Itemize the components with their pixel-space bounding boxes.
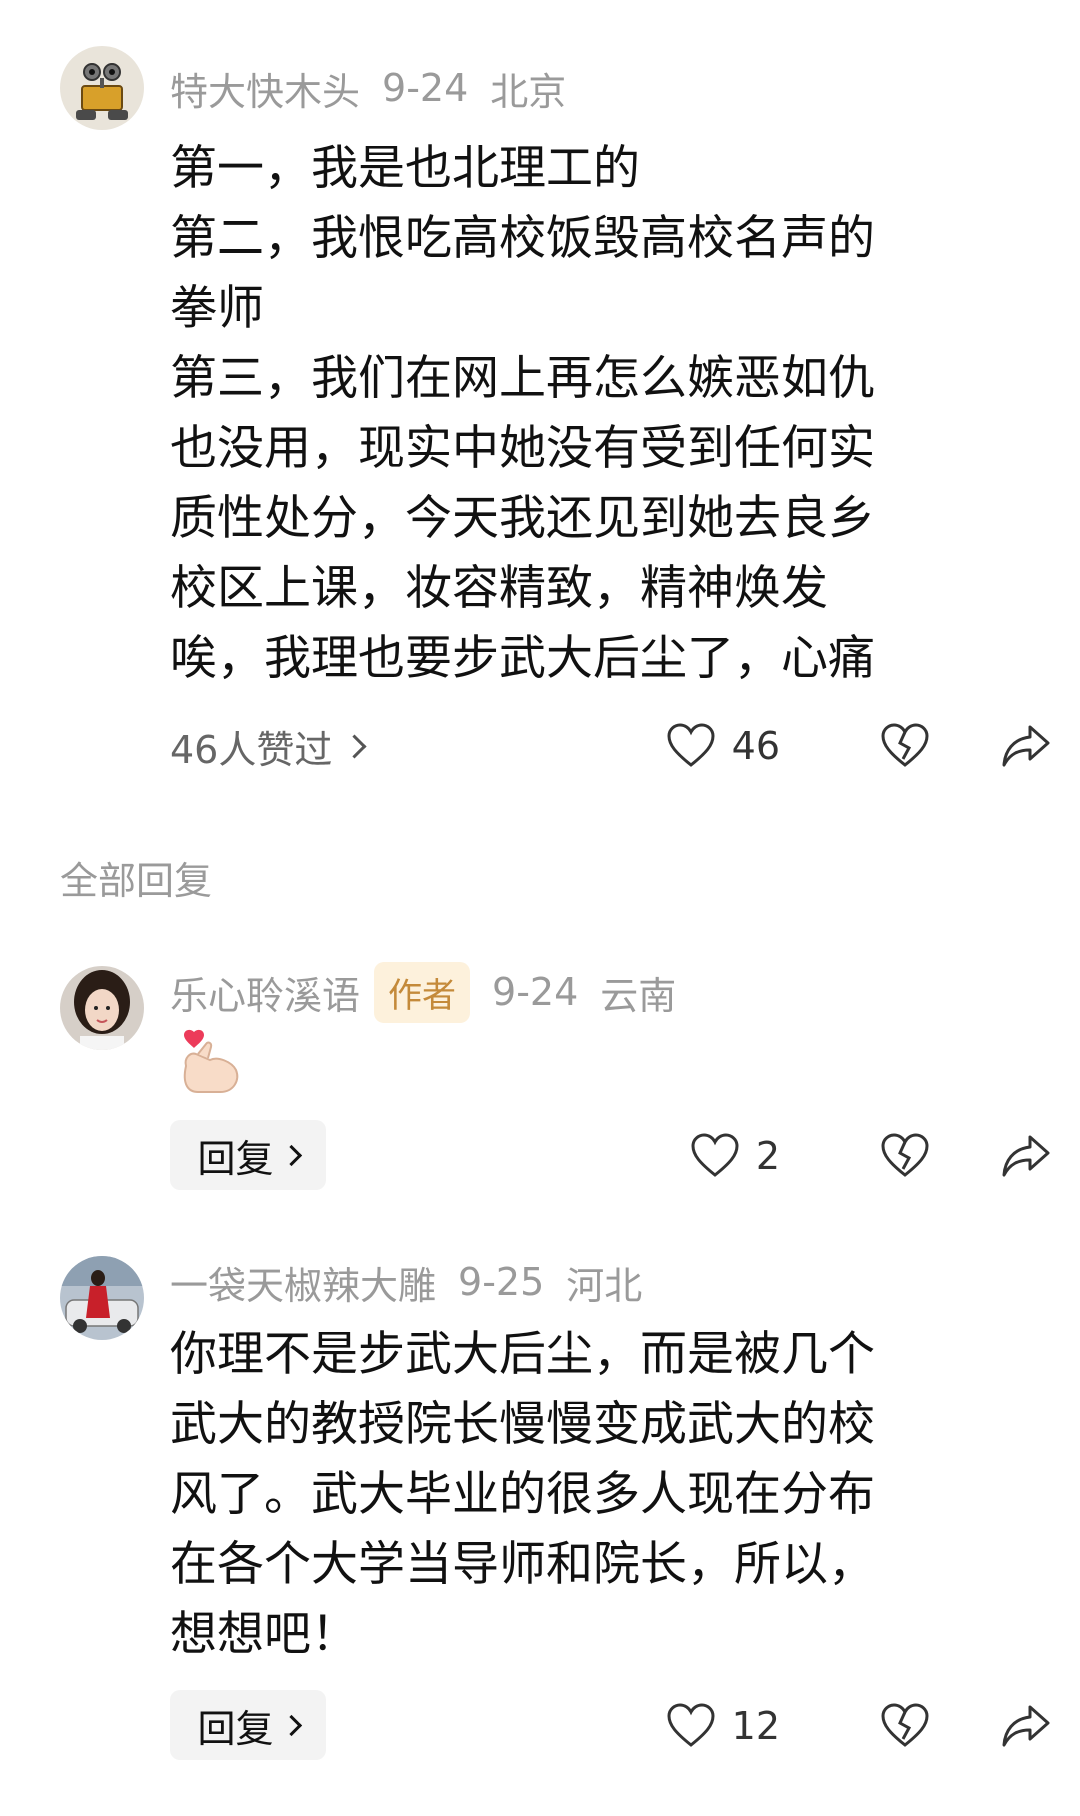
like-button[interactable]: 2: [690, 1126, 780, 1186]
dislike-button[interactable]: [880, 1696, 930, 1756]
reply-button[interactable]: 回复: [170, 1120, 326, 1190]
heart-icon: [691, 1133, 739, 1177]
comment-meta: 特大快木头 9-24 北京: [170, 58, 566, 118]
reply-date: 9-24: [492, 970, 579, 1014]
like-count: 2: [755, 1134, 780, 1178]
share-button[interactable]: [1000, 1126, 1052, 1186]
share-arrow-icon: [1002, 725, 1050, 767]
comment-location: 北京: [490, 69, 567, 114]
reply-meta: 乐心聆溪语 作者 9-24 云南: [170, 961, 677, 1023]
author-badge: 作者: [374, 961, 471, 1023]
username[interactable]: 乐心聆溪语: [170, 965, 360, 1020]
robot-avatar-icon: [60, 46, 144, 130]
username[interactable]: 一袋天椒辣大雕: [170, 1255, 436, 1310]
heart-icon: [667, 1703, 715, 1747]
avatar-car[interactable]: [60, 1256, 144, 1340]
chevron-right-icon: [342, 733, 367, 759]
comment-body: 第一，我是也北理工的 第二，我恨吃高校饭毁高校名声的 拳师 第三，我们在网上再怎…: [170, 134, 1000, 694]
reply-location: 云南: [600, 973, 677, 1018]
broken-heart-icon: [881, 1703, 929, 1747]
like-count: 46: [731, 724, 780, 768]
reply-button-label: 回复: [197, 1136, 274, 1181]
reply-line: 武大的教授院长慢慢变成武大的校: [170, 1397, 875, 1452]
share-arrow-icon: [1002, 1705, 1050, 1747]
like-count: 12: [731, 1704, 780, 1748]
reply-button[interactable]: 回复: [170, 1690, 326, 1760]
reply-line: 风了。武大毕业的很多人现在分布: [170, 1467, 875, 1522]
finger-heart-icon: [183, 1029, 239, 1093]
comment-line: 第一，我是也北理工的: [170, 141, 640, 196]
reply-line: 你理不是步武大后尘，而是被几个: [170, 1327, 875, 1382]
comment-line: 拳师: [170, 281, 264, 336]
likes-link[interactable]: 46人赞过: [170, 716, 367, 776]
share-button[interactable]: [1000, 716, 1052, 776]
dislike-button[interactable]: [880, 1126, 930, 1186]
avatar-woman[interactable]: [60, 966, 144, 1050]
reply-location: 河北: [566, 1263, 643, 1308]
reply-line: 想想吧！: [170, 1607, 358, 1662]
dislike-button[interactable]: [880, 716, 930, 776]
like-button[interactable]: 46: [666, 716, 780, 776]
car-photo-avatar-icon: [60, 1256, 144, 1340]
heart-icon: [667, 723, 715, 767]
chevron-right-icon: [280, 1714, 302, 1736]
reply-line: 在各个大学当导师和院长，所以，: [170, 1537, 875, 1592]
comment-line: 第三，我们在网上再怎么嫉恶如仇: [170, 351, 875, 406]
like-button[interactable]: 12: [666, 1696, 780, 1756]
reply-body: 你理不是步武大后尘，而是被几个 武大的教授院长慢慢变成武大的校 风了。武大毕业的…: [170, 1320, 1000, 1670]
broken-heart-icon: [881, 723, 929, 767]
chevron-right-icon: [280, 1144, 302, 1166]
finger-heart-emoji: [176, 1026, 246, 1096]
section-title: 全部回复: [60, 859, 213, 903]
comment-line: 也没用，现实中她没有受到任何实: [170, 421, 875, 476]
comment-date: 9-24: [382, 66, 469, 110]
reply-meta: 一袋天椒辣大雕 9-25 河北: [170, 1252, 642, 1312]
portrait-avatar-icon: [60, 966, 144, 1050]
reply-date: 9-25: [458, 1260, 545, 1304]
likes-link-label: 46人赞过: [170, 727, 333, 772]
comment-line: 唉，我理也要步武大后尘了，心痛: [170, 631, 875, 686]
comment-line: 质性处分，今天我还见到她去良乡: [170, 491, 875, 546]
comment-line: 第二，我恨吃高校饭毁高校名声的: [170, 211, 875, 266]
comment-line: 校区上课，妆容精致，精神焕发: [170, 561, 828, 616]
broken-heart-icon: [881, 1133, 929, 1177]
avatar-robot[interactable]: [60, 46, 144, 130]
username[interactable]: 特大快木头: [170, 61, 360, 116]
reply-button-label: 回复: [197, 1706, 274, 1751]
share-arrow-icon: [1002, 1135, 1050, 1177]
share-button[interactable]: [1000, 1696, 1052, 1756]
